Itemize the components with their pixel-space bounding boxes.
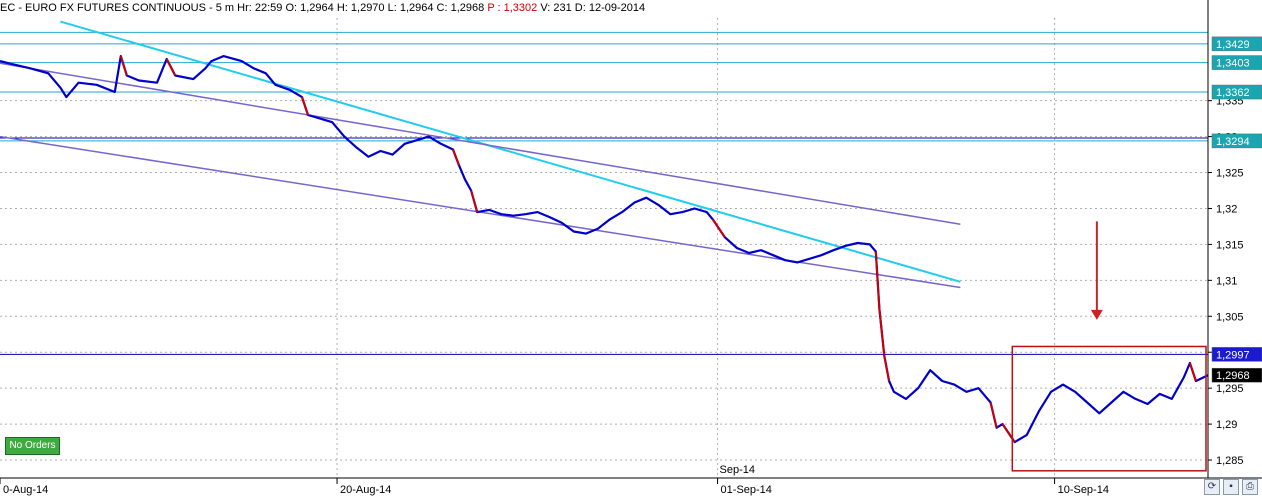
no-orders-badge[interactable]: No Orders xyxy=(5,437,60,455)
volume-value: V: 231 xyxy=(540,2,572,14)
chart-header: EC - EURO FX FUTURES CONTINUOUS - 5 m Hr… xyxy=(0,2,646,14)
date-value: D: 12-09-2014 xyxy=(574,2,646,14)
print-icon[interactable]: ⎙ xyxy=(1242,479,1258,495)
interval: 5 m xyxy=(215,2,235,14)
hour: Hr: 22:59 xyxy=(237,2,283,14)
symbol-name: EC - EURO FX FUTURES CONTINUOUS xyxy=(0,2,206,14)
y-tick-label: 1,32 xyxy=(1216,203,1237,215)
x-marker-label: Sep-14 xyxy=(720,464,755,476)
y-tick-label: 1,315 xyxy=(1216,239,1244,251)
x-tick-label: 01-Sep-14 xyxy=(721,484,772,496)
close-value: C: 1,2968 xyxy=(436,2,485,14)
y-tick-label: 1,325 xyxy=(1216,168,1244,180)
x-tick-label: 20-Aug-14 xyxy=(340,484,391,496)
price-label: 1,3403 xyxy=(1216,58,1250,70)
price-label: 1,3294 xyxy=(1216,136,1250,148)
x-tick-label: 10-Sep-14 xyxy=(1058,484,1109,496)
plot-background xyxy=(0,0,1262,498)
x-tick-label: 0-Aug-14 xyxy=(3,484,48,496)
price-label: 1,2968 xyxy=(1216,370,1250,382)
price-label: 1,2997 xyxy=(1216,349,1250,361)
y-tick-label: 1,29 xyxy=(1216,419,1237,431)
price-axis: 1,3351,331,3251,321,3151,311,3051,31,295… xyxy=(1207,0,1262,498)
open-value: O: 1,2964 xyxy=(285,2,334,14)
price-label: 1,3362 xyxy=(1216,87,1250,99)
price-chart[interactable]: 1,3351,331,3251,321,3151,311,3051,31,295… xyxy=(0,0,1262,498)
status-icons: ⟳ ▪ ⎙ xyxy=(1204,479,1258,495)
y-tick-label: 1,31 xyxy=(1216,275,1237,287)
sync-icon[interactable]: ⟳ xyxy=(1204,479,1220,495)
price-label: 1,3429 xyxy=(1216,39,1250,51)
save-icon[interactable]: ▪ xyxy=(1223,479,1239,495)
p-value: P : 1,3302 xyxy=(487,2,538,14)
y-tick-label: 1,295 xyxy=(1216,383,1244,395)
y-tick-label: 1,285 xyxy=(1216,455,1244,467)
high-value: H: 1,2970 xyxy=(336,2,385,14)
low-value: L: 1,2964 xyxy=(387,2,434,14)
y-tick-label: 1,305 xyxy=(1216,311,1244,323)
